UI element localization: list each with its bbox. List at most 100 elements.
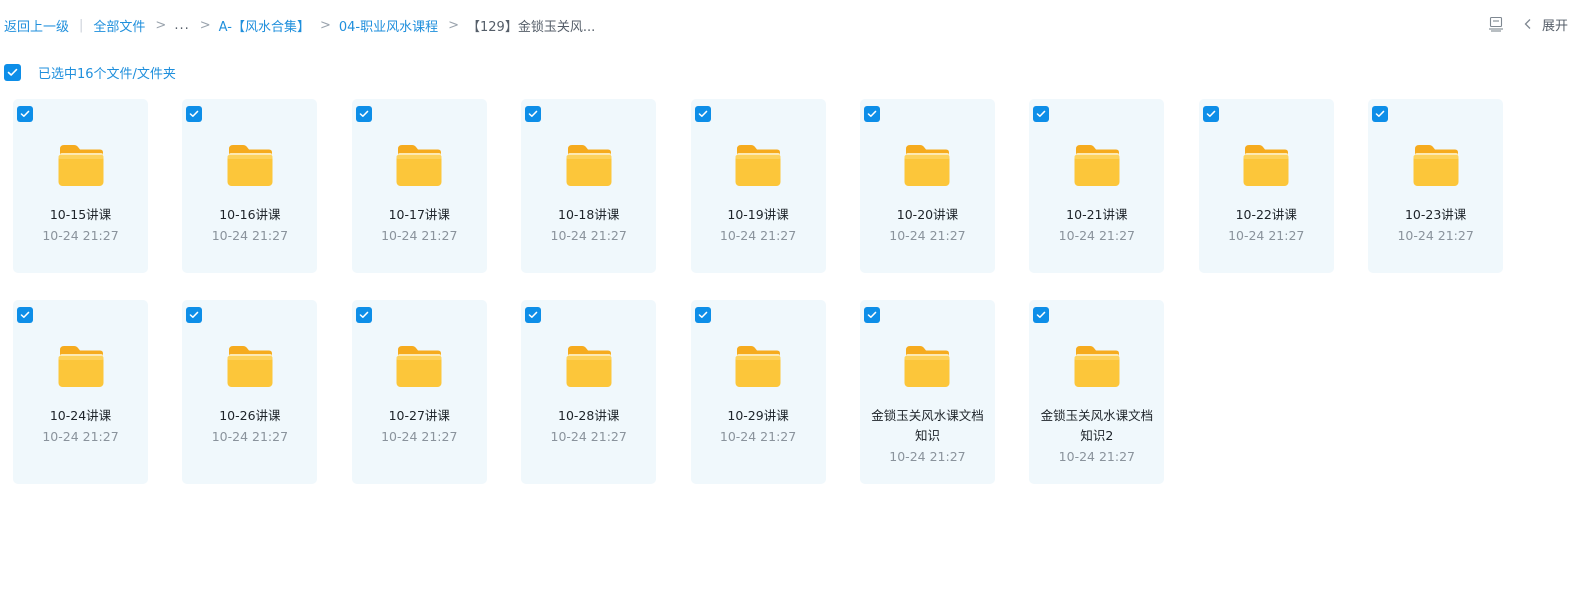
list-view-icon[interactable] (1488, 16, 1504, 32)
folder-name: 10-20讲课 (896, 207, 959, 222)
folder-icon (735, 145, 781, 186)
folder-name: 金锁玉关风水课文档知识 (871, 408, 984, 443)
expand-button[interactable]: 展开 (1542, 15, 1568, 34)
folder-card[interactable]: 10-17讲课 10-24 21:27 (351, 99, 487, 273)
folder-modified-time: 10-24 21:27 (1228, 228, 1305, 243)
check-icon (867, 311, 877, 318)
chevron-left-icon[interactable] (1522, 18, 1534, 30)
folder-card[interactable]: 金锁玉关风水课文档知识2 10-24 21:27 (1029, 300, 1165, 484)
folder-card[interactable]: 10-18讲课 10-24 21:27 (521, 99, 657, 273)
folder-checkbox[interactable] (355, 106, 372, 122)
folder-checkbox[interactable] (186, 106, 203, 122)
folder-checkbox[interactable] (1033, 307, 1050, 323)
folder-card[interactable]: 10-16讲课 10-24 21:27 (182, 99, 318, 273)
breadcrumb-separator: > (319, 17, 331, 33)
folder-card[interactable]: 10-26讲课 10-24 21:27 (182, 300, 318, 484)
folder-name: 10-23讲课 (1404, 207, 1467, 222)
folder-modified-time: 10-24 21:27 (211, 228, 289, 243)
breadcrumb-item-a[interactable]: A-【风水合集】 (219, 16, 310, 35)
folder-card[interactable]: 10-28讲课 10-24 21:27 (521, 300, 657, 484)
select-all-checkbox[interactable] (4, 63, 21, 81)
folder-modified-time: 10-24 21:27 (381, 429, 458, 444)
folder-name: 10-21讲课 (1066, 207, 1128, 222)
breadcrumb-divider: | (79, 17, 84, 33)
folder-checkbox[interactable] (1202, 106, 1219, 122)
breadcrumb-ellipsis[interactable]: ... (174, 18, 189, 33)
folder-checkbox[interactable] (1372, 106, 1389, 122)
folder-card[interactable]: 10-22讲课 10-24 21:27 (1198, 99, 1334, 273)
folder-name: 10-22讲课 (1235, 207, 1297, 222)
breadcrumb-current: 【129】金锁玉关风... (467, 19, 596, 35)
folder-name: 金锁玉关风水课文档知识2 (1040, 408, 1154, 443)
folder-checkbox[interactable] (17, 106, 33, 122)
folder-card[interactable]: 10-20讲课 10-24 21:27 (859, 99, 995, 273)
folder-modified-time: 10-24 21:27 (42, 429, 119, 444)
folder-card[interactable]: 10-23讲课 10-24 21:27 (1368, 99, 1504, 273)
check-icon (359, 311, 369, 318)
check-icon (7, 68, 18, 76)
folder-modified-time: 10-24 21:27 (211, 429, 289, 444)
folder-modified-time: 10-24 21:27 (719, 429, 797, 444)
folder-checkbox[interactable] (525, 106, 542, 122)
folder-name: 10-19讲课 (727, 207, 789, 222)
folder-name: 10-29讲课 (727, 408, 789, 423)
check-icon (528, 311, 538, 318)
breadcrumb: 返回上一级 | 全部文件 > ... > A-【风水合集】 > 04-职业风水课… (4, 15, 595, 35)
folder-card[interactable]: 10-21讲课 10-24 21:27 (1029, 99, 1165, 273)
folder-icon (566, 145, 612, 186)
check-icon (20, 110, 30, 117)
folder-modified-time: 10-24 21:27 (550, 228, 627, 243)
folder-checkbox[interactable] (355, 307, 372, 323)
folder-checkbox[interactable] (863, 307, 880, 323)
folder-modified-time: 10-24 21:27 (1058, 228, 1135, 243)
folder-icon (735, 346, 781, 387)
folder-checkbox[interactable] (1033, 106, 1050, 122)
folder-card[interactable]: 10-19讲课 10-24 21:27 (690, 99, 826, 273)
folder-icon (1243, 145, 1289, 186)
file-browser: 返回上一级 | 全部文件 > ... > A-【风水合集】 > 04-职业风水课… (0, 0, 1574, 595)
check-icon (20, 311, 30, 318)
folder-name: 10-16讲课 (219, 207, 281, 222)
check-icon (698, 311, 707, 318)
folder-modified-time: 10-24 21:27 (1397, 228, 1474, 243)
selection-bar: 已选中16个文件/文件夹 (4, 63, 176, 82)
back-link[interactable]: 返回上一级 (4, 16, 69, 35)
folder-name: 10-15讲课 (49, 207, 112, 222)
breadcrumb-all-files[interactable]: 全部文件 (93, 16, 145, 35)
folder-checkbox[interactable] (863, 106, 880, 122)
folder-icon (1413, 145, 1459, 186)
folder-checkbox[interactable] (694, 106, 711, 122)
folder-name: 10-18讲课 (558, 207, 620, 222)
folder-name: 10-26讲课 (219, 408, 281, 423)
folder-card[interactable]: 金锁玉关风水课文档知识 10-24 21:27 (859, 300, 995, 484)
folder-modified-time: 10-24 21:27 (550, 429, 627, 444)
check-icon (1206, 110, 1216, 117)
check-icon (1037, 311, 1046, 318)
check-icon (190, 110, 199, 117)
folder-card[interactable]: 10-29讲课 10-24 21:27 (690, 300, 826, 484)
folder-icon (58, 145, 103, 186)
folder-modified-time: 10-24 21:27 (719, 228, 797, 243)
folder-checkbox[interactable] (17, 307, 33, 323)
folder-checkbox[interactable] (525, 307, 542, 323)
folder-checkbox[interactable] (694, 307, 711, 323)
folder-icon (396, 346, 442, 387)
folder-icon (58, 346, 103, 387)
selection-count: 已选中16个文件/文件夹 (38, 66, 176, 82)
check-icon (867, 110, 877, 117)
folder-card[interactable]: 10-24讲课 10-24 21:27 (13, 300, 148, 484)
folder-checkbox[interactable] (186, 307, 203, 323)
check-icon (190, 311, 199, 318)
folder-icon (566, 346, 612, 387)
folder-card[interactable]: 10-15讲课 10-24 21:27 (13, 99, 148, 273)
breadcrumb-item-04[interactable]: 04-职业风水课程 (339, 16, 438, 35)
folder-name: 10-17讲课 (388, 207, 450, 222)
folder-modified-time: 10-24 21:27 (889, 449, 966, 464)
folder-icon (227, 346, 273, 387)
folder-card[interactable]: 10-27讲课 10-24 21:27 (351, 300, 487, 484)
folder-modified-time: 10-24 21:27 (381, 228, 458, 243)
folder-icon (396, 145, 442, 186)
folder-modified-time: 10-24 21:27 (42, 228, 119, 243)
folder-icon (904, 346, 950, 387)
folder-name: 10-28讲课 (558, 408, 620, 423)
